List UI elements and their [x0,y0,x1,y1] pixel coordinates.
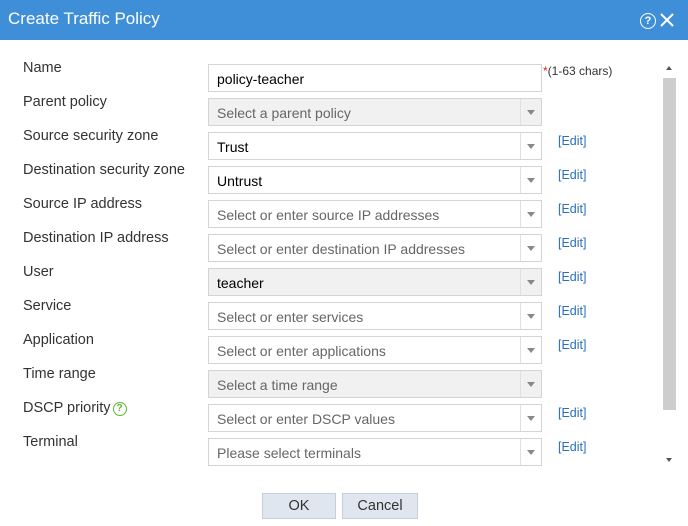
parent-policy-placeholder: Select a parent policy [217,105,351,121]
chevron-down-icon[interactable] [520,405,541,431]
chevron-down-icon[interactable] [520,269,541,295]
service-placeholder: Select or enter services [217,309,364,325]
row-destination-ip-address: Destination IP address Select or enter d… [0,230,660,266]
destination-ip-address-placeholder: Select or enter destination IP addresses [217,241,466,257]
user-select[interactable]: teacher [208,268,542,296]
source-ip-address-placeholder: Select or enter source IP addresses [217,207,440,223]
chevron-down-icon[interactable] [520,303,541,329]
destination-security-zone-value: Untrust [217,173,263,189]
terminal-label: Terminal [23,434,78,450]
row-user: User teacher [Edit] [0,264,660,300]
service-label: Service [23,298,72,314]
chevron-down-icon[interactable] [520,133,541,159]
help-icon[interactable]: ? [640,13,656,29]
parent-policy-select[interactable]: Select a parent policy [208,98,542,126]
time-range-placeholder: Select a time range [217,377,338,393]
time-range-label: Time range [23,366,96,382]
dscp-priority-select[interactable]: Select or enter DSCP values [208,404,542,432]
user-label: User [23,264,54,280]
row-name: Name policy-teacher *(1-63 chars) [0,60,660,96]
dialog-title: Create Traffic Policy [8,9,160,28]
row-terminal: Terminal Please select terminals [Edit] [0,434,660,470]
form-scrollbar[interactable] [662,62,678,468]
dscp-priority-edit-link[interactable]: [Edit] [558,406,587,420]
application-placeholder: Select or enter applications [217,343,386,359]
chevron-down-icon[interactable] [520,337,541,363]
required-hint: *(1-63 chars) [543,64,612,78]
source-security-zone-label: Source security zone [23,128,159,144]
destination-security-zone-edit-link[interactable]: [Edit] [558,168,587,182]
source-security-zone-select[interactable]: Trust [208,132,542,160]
destination-security-zone-select[interactable]: Untrust [208,166,542,194]
dscp-priority-placeholder: Select or enter DSCP values [217,411,395,427]
scroll-down-arrow-icon[interactable] [666,458,672,462]
row-source-ip-address: Source IP address Select or enter source… [0,196,660,232]
scrollbar-thumb[interactable] [663,78,676,410]
row-parent-policy: Parent policy Select a parent policy [0,94,660,130]
service-select[interactable]: Select or enter services [208,302,542,330]
time-range-select[interactable]: Select a time range [208,370,542,398]
destination-ip-address-label: Destination IP address [23,230,169,246]
row-service: Service Select or enter services [Edit] [0,298,660,334]
terminal-placeholder: Please select terminals [217,445,361,461]
scroll-up-arrow-icon[interactable] [666,66,672,70]
service-edit-link[interactable]: [Edit] [558,304,587,318]
chevron-down-icon[interactable] [520,371,541,397]
application-label: Application [23,332,94,348]
source-ip-address-edit-link[interactable]: [Edit] [558,202,587,216]
name-value: policy-teacher [217,71,305,87]
destination-security-zone-label: Destination security zone [23,162,185,178]
row-source-security-zone: Source security zone Trust [Edit] [0,128,660,164]
required-hint-text: (1-63 chars) [547,64,613,78]
destination-ip-address-edit-link[interactable]: [Edit] [558,236,587,250]
terminal-edit-link[interactable]: [Edit] [558,440,587,454]
destination-ip-address-select[interactable]: Select or enter destination IP addresses [208,234,542,262]
name-input[interactable]: policy-teacher [208,64,542,92]
chevron-down-icon[interactable] [520,201,541,227]
chevron-down-icon[interactable] [520,439,541,465]
create-traffic-policy-dialog: Create Traffic Policy ? Name policy-teac… [0,0,688,526]
ok-button[interactable]: OK [262,493,336,519]
application-edit-link[interactable]: [Edit] [558,338,587,352]
dscp-priority-label: DSCP priority? [23,400,127,416]
application-select[interactable]: Select or enter applications [208,336,542,364]
chevron-down-icon[interactable] [520,235,541,261]
dscp-priority-label-text: DSCP priority [23,400,111,416]
help-icon[interactable]: ? [112,402,127,416]
row-destination-security-zone: Destination security zone Untrust [Edit] [0,162,660,198]
chevron-down-icon[interactable] [520,167,541,193]
user-value: teacher [217,275,264,291]
close-icon[interactable] [658,11,676,29]
source-security-zone-edit-link[interactable]: [Edit] [558,134,587,148]
row-time-range: Time range Select a time range [0,366,660,402]
row-application: Application Select or enter applications… [0,332,660,368]
source-ip-address-select[interactable]: Select or enter source IP addresses [208,200,542,228]
name-label: Name [23,60,62,76]
parent-policy-label: Parent policy [23,94,107,110]
source-security-zone-value: Trust [217,139,249,155]
chevron-down-icon[interactable] [520,99,541,125]
dialog-titlebar: Create Traffic Policy ? [0,0,688,40]
user-edit-link[interactable]: [Edit] [558,270,587,284]
cancel-button[interactable]: Cancel [342,493,418,519]
source-ip-address-label: Source IP address [23,196,143,212]
row-dscp-priority: DSCP priority? Select or enter DSCP valu… [0,400,660,436]
terminal-select[interactable]: Please select terminals [208,438,542,466]
